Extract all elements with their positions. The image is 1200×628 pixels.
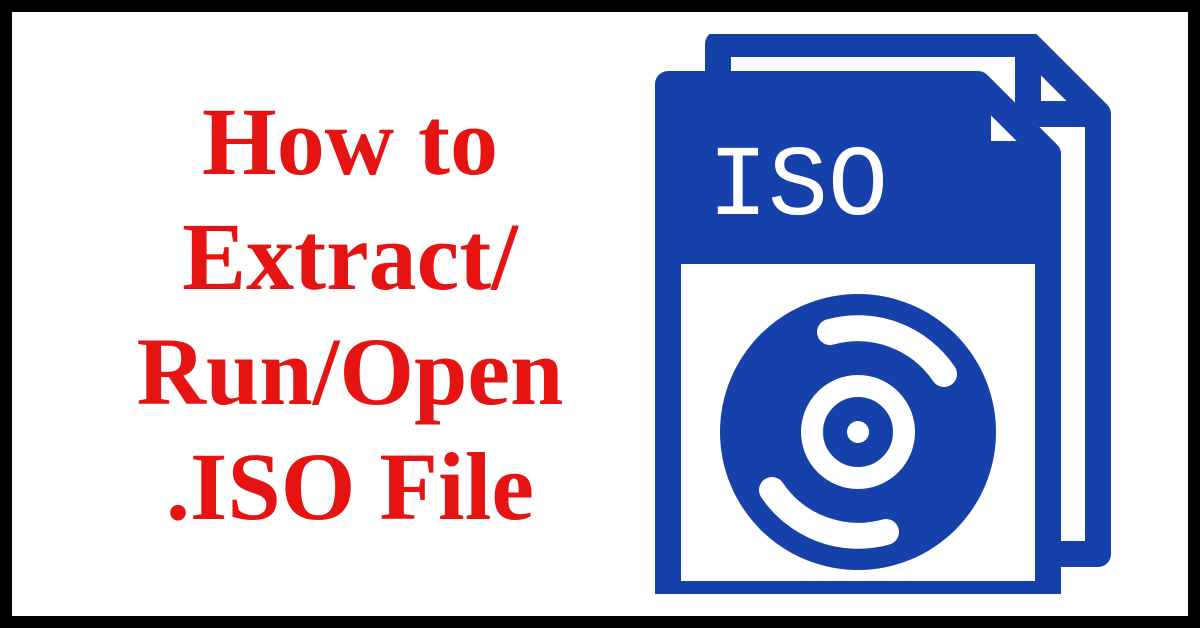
main-container: How to Extract/ Run/Open .ISO File ISO <box>0 0 1200 628</box>
iso-label: ISO <box>708 132 888 245</box>
text-section: How to Extract/ Run/Open .ISO File <box>62 84 638 545</box>
iso-file-icon: ISO <box>648 34 1128 594</box>
icon-section: ISO <box>638 32 1138 596</box>
disc-icon <box>720 294 996 570</box>
title-line-1: How to <box>202 84 498 199</box>
title-line-2: Extract/ <box>182 199 518 314</box>
title-line-4: .ISO File <box>166 429 534 544</box>
title-line-3: Run/Open <box>137 314 564 429</box>
